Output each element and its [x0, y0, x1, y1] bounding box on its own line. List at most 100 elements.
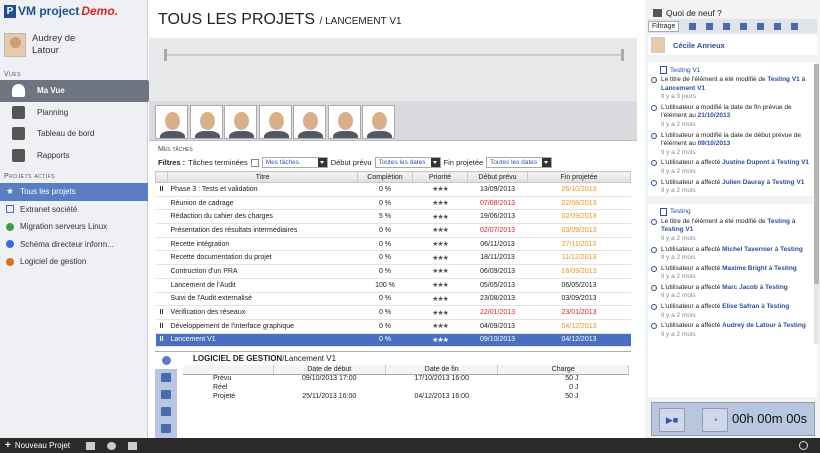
table-row[interactable]: Contruction d'un PRA 0 % ★★★ 06/09/2013 16/0… [155, 264, 631, 279]
project-item-0[interactable]: ★ Tous les projets [0, 183, 148, 201]
drag-handle[interactable] [155, 264, 168, 279]
entry-link[interactable]: Maxime Bright [722, 265, 767, 272]
feed-section-title[interactable]: Testing V1 [648, 62, 817, 74]
team-member-photo[interactable] [327, 105, 361, 139]
table-row[interactable]: Suivi de l'Audit externalisé 0 % ★★★ 23/08/… [155, 292, 631, 307]
entry-link[interactable]: Justine Dupont [722, 159, 769, 166]
tasks-select[interactable]: Mes tâches [261, 157, 328, 168]
team-member-photo[interactable] [293, 105, 326, 139]
power-icon[interactable] [799, 441, 808, 450]
table-row[interactable]: Rédaction du cahier des charges 5 % ★★★ 19/… [155, 209, 631, 225]
folder-icon[interactable] [774, 22, 782, 30]
search-icon[interactable] [107, 441, 116, 450]
project-item-1[interactable]: Extranet société [0, 201, 148, 219]
wrench-icon[interactable] [128, 441, 137, 450]
priority-stars[interactable]: ★★★ [412, 182, 468, 197]
team-member-photo[interactable] [155, 105, 188, 139]
col-start[interactable]: Début prévu [467, 171, 528, 183]
entry-link[interactable]: Elise Safran [722, 303, 759, 310]
entry-link[interactable]: Testing V1 [767, 76, 799, 83]
col-priority[interactable]: Priorité [412, 171, 468, 183]
entry-link[interactable]: Audrey de Latour [722, 322, 776, 329]
table-row[interactable]: Présentation des résultats intermédiaire… [155, 223, 631, 238]
folder-icon[interactable] [86, 441, 95, 450]
entry-link[interactable]: Testing [767, 303, 790, 310]
table-row[interactable]: II Développement de l'interface graphique… [155, 319, 631, 334]
priority-stars[interactable]: ★★★ [412, 250, 468, 266]
priority-stars[interactable]: ★★★ [412, 333, 468, 348]
table-row[interactable]: Réunion de cadrage 0 % ★★★ 07/08/2013 22/08/… [155, 196, 631, 211]
priority-stars[interactable]: ★★★ [412, 305, 468, 320]
entry-link[interactable]: Julien Dauray [722, 179, 765, 186]
new-project-button[interactable]: + Nouveau Projet [0, 438, 70, 453]
briefcase-icon[interactable] [740, 22, 748, 30]
drag-handle[interactable]: II [155, 182, 168, 197]
project-item-4[interactable]: Logiciel de gestion [0, 253, 148, 271]
filtrage-label[interactable]: Filtrage [648, 20, 680, 32]
nav-item-1[interactable]: Planning [0, 102, 148, 124]
priority-stars[interactable]: ★★★ [412, 237, 468, 252]
priority-stars[interactable]: ★★★ [412, 264, 468, 279]
team-tab[interactable] [155, 420, 177, 437]
table-row[interactable]: Recette documentation du projet 0 % ★★★ 18/… [155, 250, 631, 266]
drag-handle[interactable] [155, 278, 168, 293]
project-item-3[interactable]: Schéma directeur inform... [0, 236, 148, 254]
drag-handle[interactable]: II [155, 319, 168, 334]
entry-link[interactable]: Testing [765, 284, 788, 291]
users-icon[interactable] [791, 22, 799, 30]
priority-stars[interactable]: ★★★ [412, 319, 468, 334]
end-date-select[interactable]: Toutes les dates [486, 157, 553, 168]
entry-link[interactable]: Testing V1 [772, 179, 804, 186]
entry-link[interactable]: Testing [783, 322, 806, 329]
team-member-photo[interactable] [362, 105, 395, 139]
team-member-photo[interactable] [189, 105, 223, 139]
feed-scrollbar[interactable] [814, 64, 819, 344]
user-profile[interactable]: Audrey de Latour [4, 33, 102, 57]
entry-link[interactable]: Testing [780, 246, 803, 253]
team-member-photo[interactable] [224, 105, 257, 139]
entry-link[interactable]: Testing [774, 265, 797, 272]
table-row[interactable]: II Phase 3 : Tests et validation 0 % ★★★ 13/… [155, 182, 631, 197]
drag-handle[interactable] [155, 292, 168, 307]
drag-handle[interactable] [155, 223, 168, 238]
entry-link[interactable]: Testing [767, 218, 790, 225]
slider-handle-right[interactable] [621, 49, 624, 61]
slider-handle-left[interactable] [164, 49, 167, 61]
project-item-2[interactable]: Migration serveurs Linux [0, 218, 148, 236]
comment-icon[interactable] [706, 22, 714, 30]
feed-section-title[interactable]: Testing [648, 204, 817, 216]
clock-icon[interactable] [723, 22, 731, 30]
drag-handle[interactable]: II [155, 333, 168, 348]
team-member-photo[interactable] [258, 105, 292, 139]
documents-tab[interactable] [155, 403, 177, 420]
priority-stars[interactable]: ★★★ [412, 223, 468, 238]
time-tab[interactable] [155, 369, 177, 386]
drag-handle[interactable] [155, 196, 168, 211]
play-button[interactable]: ▶■ [659, 408, 685, 432]
feed-person[interactable]: Cécile Anrieux [648, 35, 817, 55]
entry-link[interactable]: Testing V1 [777, 159, 809, 166]
col-end[interactable]: Fin projetée [527, 171, 631, 183]
drag-handle[interactable] [155, 237, 168, 252]
tag-icon[interactable] [689, 22, 697, 30]
entry-link[interactable]: 09/10/2013 [698, 140, 731, 147]
resources-tab[interactable] [155, 386, 177, 403]
table-row[interactable]: II Vérification des réseaux 0 % ★★★ 22/01/20… [155, 305, 631, 320]
info-tab[interactable] [155, 352, 177, 369]
priority-stars[interactable]: ★★★ [412, 209, 468, 225]
nav-item-3[interactable]: Rapports [0, 145, 148, 167]
drag-handle[interactable] [155, 250, 168, 266]
priority-stars[interactable]: ★★★ [412, 292, 468, 307]
entry-link[interactable]: Testing V1 [661, 226, 693, 233]
priority-stars[interactable]: ★★★ [412, 196, 468, 211]
entry-link[interactable]: Marc Jacob [722, 284, 758, 291]
nav-item-2[interactable]: Tableau de bord [0, 123, 148, 145]
col-completion[interactable]: Complétion [357, 171, 413, 183]
lock-icon[interactable] [757, 22, 765, 30]
completed-checkbox[interactable] [250, 158, 259, 167]
timer-clock-button[interactable]: ◔ [702, 408, 728, 432]
table-row[interactable]: Recette intégration 0 % ★★★ 06/11/2013 27/11… [155, 237, 631, 252]
drag-handle[interactable]: II [155, 305, 168, 320]
entry-link[interactable]: Lancement V1 [661, 85, 705, 92]
entry-link[interactable]: Michel Tavernier [722, 246, 773, 253]
